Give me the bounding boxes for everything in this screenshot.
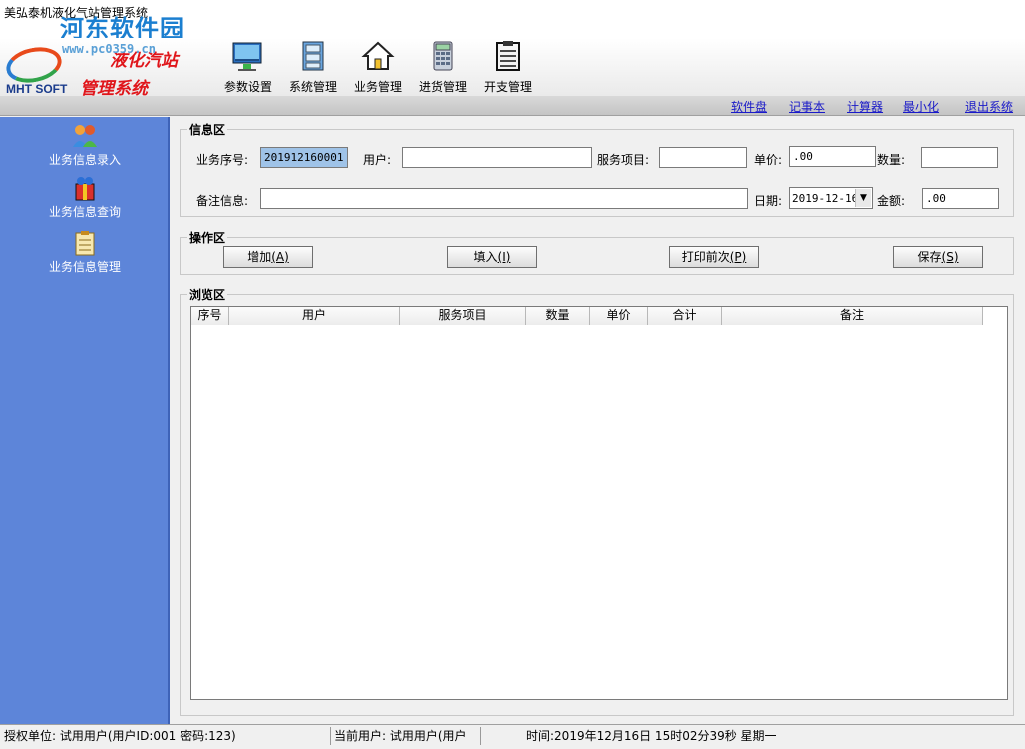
note-label: 备注信息: <box>196 194 249 208</box>
date-label: 日期: <box>754 194 783 208</box>
amount-label: 金额: <box>877 194 906 208</box>
status-divider <box>480 727 481 745</box>
toolbar-label: 系统管理 <box>288 80 337 94</box>
main-content: 信息区 业务序号: 用户: 服务项目: 单价: 数量: 备注信息: 日期: 20… <box>172 117 1023 724</box>
add-button-label: 增加 <box>247 250 272 264</box>
calculator-icon <box>433 41 453 71</box>
print-button-key: (P) <box>729 250 747 264</box>
clipboard-icon <box>75 231 95 256</box>
toolbar-system-manage[interactable]: 系统管理 <box>283 40 343 94</box>
toolbar-label: 业务管理 <box>353 80 402 94</box>
settings-screen-icon <box>232 42 262 71</box>
col-header-serial[interactable]: 序号 <box>191 307 229 325</box>
col-header-note[interactable]: 备注 <box>722 307 983 325</box>
table-header: 序号 用户 服务项目 数量 单价 合计 备注 <box>191 307 983 325</box>
status-bar: 授权单位: 试用用户(用户ID:001 密码:123) 当前用户: 试用用户(用… <box>0 724 1025 749</box>
add-button-key: (A) <box>271 250 289 264</box>
print-last-button[interactable]: 打印前次(P) <box>669 246 759 268</box>
user-field[interactable] <box>402 147 592 168</box>
toolbar-purchase-manage[interactable]: 进货管理 <box>413 40 473 94</box>
gift-icon <box>75 177 95 201</box>
logo-swirl-icon <box>3 42 65 88</box>
sidebar-item-label: 业务信息查询 <box>48 205 121 219</box>
link-soft-keyboard[interactable]: 软件盘 <box>731 98 767 115</box>
link-notepad[interactable]: 记事本 <box>789 98 825 115</box>
sidebar-item-label: 业务信息管理 <box>48 260 121 274</box>
sidebar-item-manage[interactable]: 业务信息管理 <box>0 230 170 275</box>
serial-field[interactable] <box>260 147 348 168</box>
service-field[interactable] <box>659 147 747 168</box>
cabinet-icon <box>302 41 324 71</box>
link-minimize[interactable]: 最小化 <box>903 98 939 115</box>
user-label: 用户: <box>363 153 392 167</box>
price-field[interactable] <box>789 146 876 167</box>
save-button-label: 保存 <box>917 250 942 264</box>
date-picker[interactable]: 2019-12-16 ▼ <box>789 187 873 209</box>
date-value: 2019-12-16 <box>792 192 859 205</box>
save-button[interactable]: 保存(S) <box>893 246 983 268</box>
serial-label: 业务序号: <box>196 153 249 167</box>
sidebar-item-label: 业务信息录入 <box>48 153 121 167</box>
status-time: 时间:2019年12月16日 15时02分39秒 星期一 <box>526 729 777 743</box>
toolbar-label: 开支管理 <box>483 80 532 94</box>
link-calculator[interactable]: 计算器 <box>847 98 883 115</box>
col-header-qty[interactable]: 数量 <box>526 307 590 325</box>
app-header: 液化汽站 管理系统 MHT SOFT 参数设置 系统管理 业务管理 进货管理 开… <box>0 38 1025 99</box>
print-button-label: 打印前次 <box>681 250 730 264</box>
fill-button[interactable]: 填入(I) <box>447 246 537 268</box>
home-icon <box>361 41 395 70</box>
link-bar: 软件盘 记事本 计算器 最小化 退出系统 <box>0 96 1025 116</box>
toolbar-param-settings[interactable]: 参数设置 <box>218 40 278 94</box>
users-icon <box>73 125 97 147</box>
add-button[interactable]: 增加(A) <box>223 246 313 268</box>
toolbar-expense-manage[interactable]: 开支管理 <box>478 40 538 94</box>
amount-field[interactable] <box>922 188 999 209</box>
col-header-user[interactable]: 用户 <box>229 307 400 325</box>
save-button-key: (S) <box>941 250 959 264</box>
fill-button-label: 填入 <box>473 250 498 264</box>
col-header-service[interactable]: 服务项目 <box>400 307 526 325</box>
status-divider <box>330 727 331 745</box>
price-label: 单价: <box>754 153 783 167</box>
sidebar-item-entry[interactable]: 业务信息录入 <box>0 123 170 168</box>
watermark-url: www.pc0359.cn <box>62 42 156 56</box>
ops-area-legend: 操作区 <box>189 231 226 245</box>
col-header-total[interactable]: 合计 <box>648 307 722 325</box>
sidebar-item-query[interactable]: 业务信息查询 <box>0 175 170 220</box>
fill-button-key: (I) <box>497 250 511 264</box>
toolbar-label: 进货管理 <box>418 80 467 94</box>
col-header-price[interactable]: 单价 <box>590 307 648 325</box>
link-exit[interactable]: 退出系统 <box>965 98 1013 115</box>
info-area-legend: 信息区 <box>189 123 226 137</box>
toolbar-business-manage[interactable]: 业务管理 <box>348 40 408 94</box>
qty-label: 数量: <box>877 153 906 167</box>
note-field[interactable] <box>260 188 748 209</box>
logo-brand: MHT SOFT <box>6 82 68 96</box>
sidebar: 业务信息录入 业务信息查询 业务信息管理 <box>0 117 170 724</box>
clipboard-icon <box>496 41 520 71</box>
title-bar: 美弘泰机液化气站管理系统 河东软件园 <box>0 0 1025 43</box>
records-table[interactable]: 序号 用户 服务项目 数量 单价 合计 备注 <box>190 306 1008 700</box>
service-label: 服务项目: <box>597 153 650 167</box>
chevron-down-icon[interactable]: ▼ <box>855 189 871 207</box>
status-current-user: 当前用户: 试用用户(用户 <box>334 729 467 743</box>
status-auth: 授权单位: 试用用户(用户ID:001 密码:123) <box>4 729 236 743</box>
browse-area-legend: 浏览区 <box>189 288 226 302</box>
toolbar-label: 参数设置 <box>223 80 272 94</box>
qty-field[interactable] <box>921 147 998 168</box>
